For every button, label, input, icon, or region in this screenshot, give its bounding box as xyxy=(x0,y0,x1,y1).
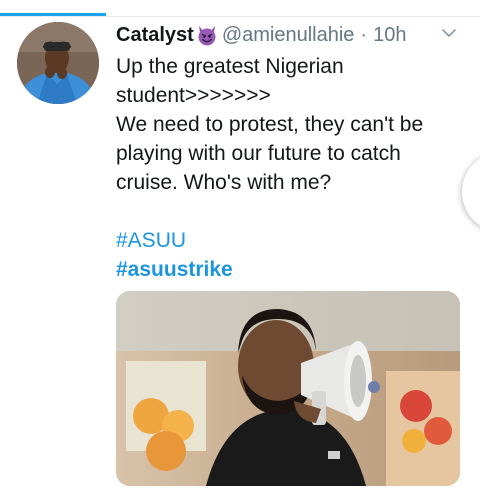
avatar-photo xyxy=(17,22,99,104)
tweet-text-line: We need to protest, they can't be xyxy=(116,113,424,136)
user-handle[interactable]: @amienullahie xyxy=(222,22,355,48)
scroll-handle[interactable] xyxy=(462,152,480,232)
avatar[interactable] xyxy=(17,22,99,104)
tweet-text-line: playing with our future to catch xyxy=(116,142,401,165)
tweet-text-line: cruise. Who's with me? xyxy=(116,171,332,194)
hashtag-link-asuustrike[interactable]: #asuustrike xyxy=(116,255,456,284)
hashtag-link-asuu[interactable]: #ASUU xyxy=(116,226,456,255)
megaphone-photo xyxy=(116,291,460,486)
tweet-text-line: student>>>>>>> xyxy=(116,84,271,107)
tweet-text-line: Up the greatest Nigerian xyxy=(116,55,344,78)
display-name[interactable]: Catalyst xyxy=(116,22,194,48)
timestamp[interactable]: 10h xyxy=(373,22,406,48)
tweet-text: Up the greatest Nigerian student>>>>>>> … xyxy=(116,52,456,284)
separator-dot: · xyxy=(360,24,368,46)
smiling-devil-icon xyxy=(198,26,216,46)
chevron-down-icon[interactable] xyxy=(440,24,458,42)
tweet-header: Catalyst @amienullahie · 10h xyxy=(116,22,406,48)
divider xyxy=(0,16,480,17)
tweet-media-image[interactable] xyxy=(116,291,460,486)
